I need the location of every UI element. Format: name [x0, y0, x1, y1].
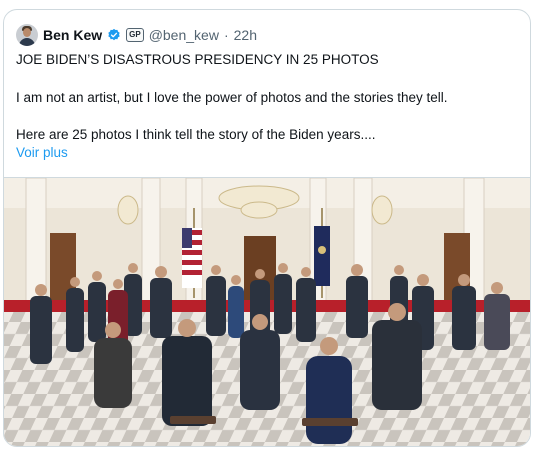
- tweet-header: Ben Kew GP @ben_kew · 22h: [16, 22, 257, 48]
- post-photo[interactable]: [4, 177, 530, 446]
- separator-dot: ·: [223, 27, 229, 43]
- avatar[interactable]: [16, 24, 38, 46]
- author-handle[interactable]: @ben_kew: [149, 27, 219, 43]
- post-text-line-1: JOE BIDEN’S DISASTROUS PRESIDENCY IN 25 …: [16, 52, 379, 67]
- author-name[interactable]: Ben Kew: [43, 27, 102, 43]
- tweet-card[interactable]: Ben Kew GP @ben_kew · 22h JOE BIDEN’S DI…: [3, 9, 531, 447]
- gp-affiliation-icon[interactable]: GP: [126, 28, 144, 42]
- show-more-link[interactable]: Voir plus: [16, 144, 68, 162]
- post-timestamp[interactable]: 22h: [234, 27, 257, 43]
- verified-badge-icon: [108, 28, 120, 41]
- post-text-line-2: I am not an artist, but I love the power…: [16, 90, 448, 105]
- post-text-line-3: Here are 25 photos I think tell the stor…: [16, 127, 376, 142]
